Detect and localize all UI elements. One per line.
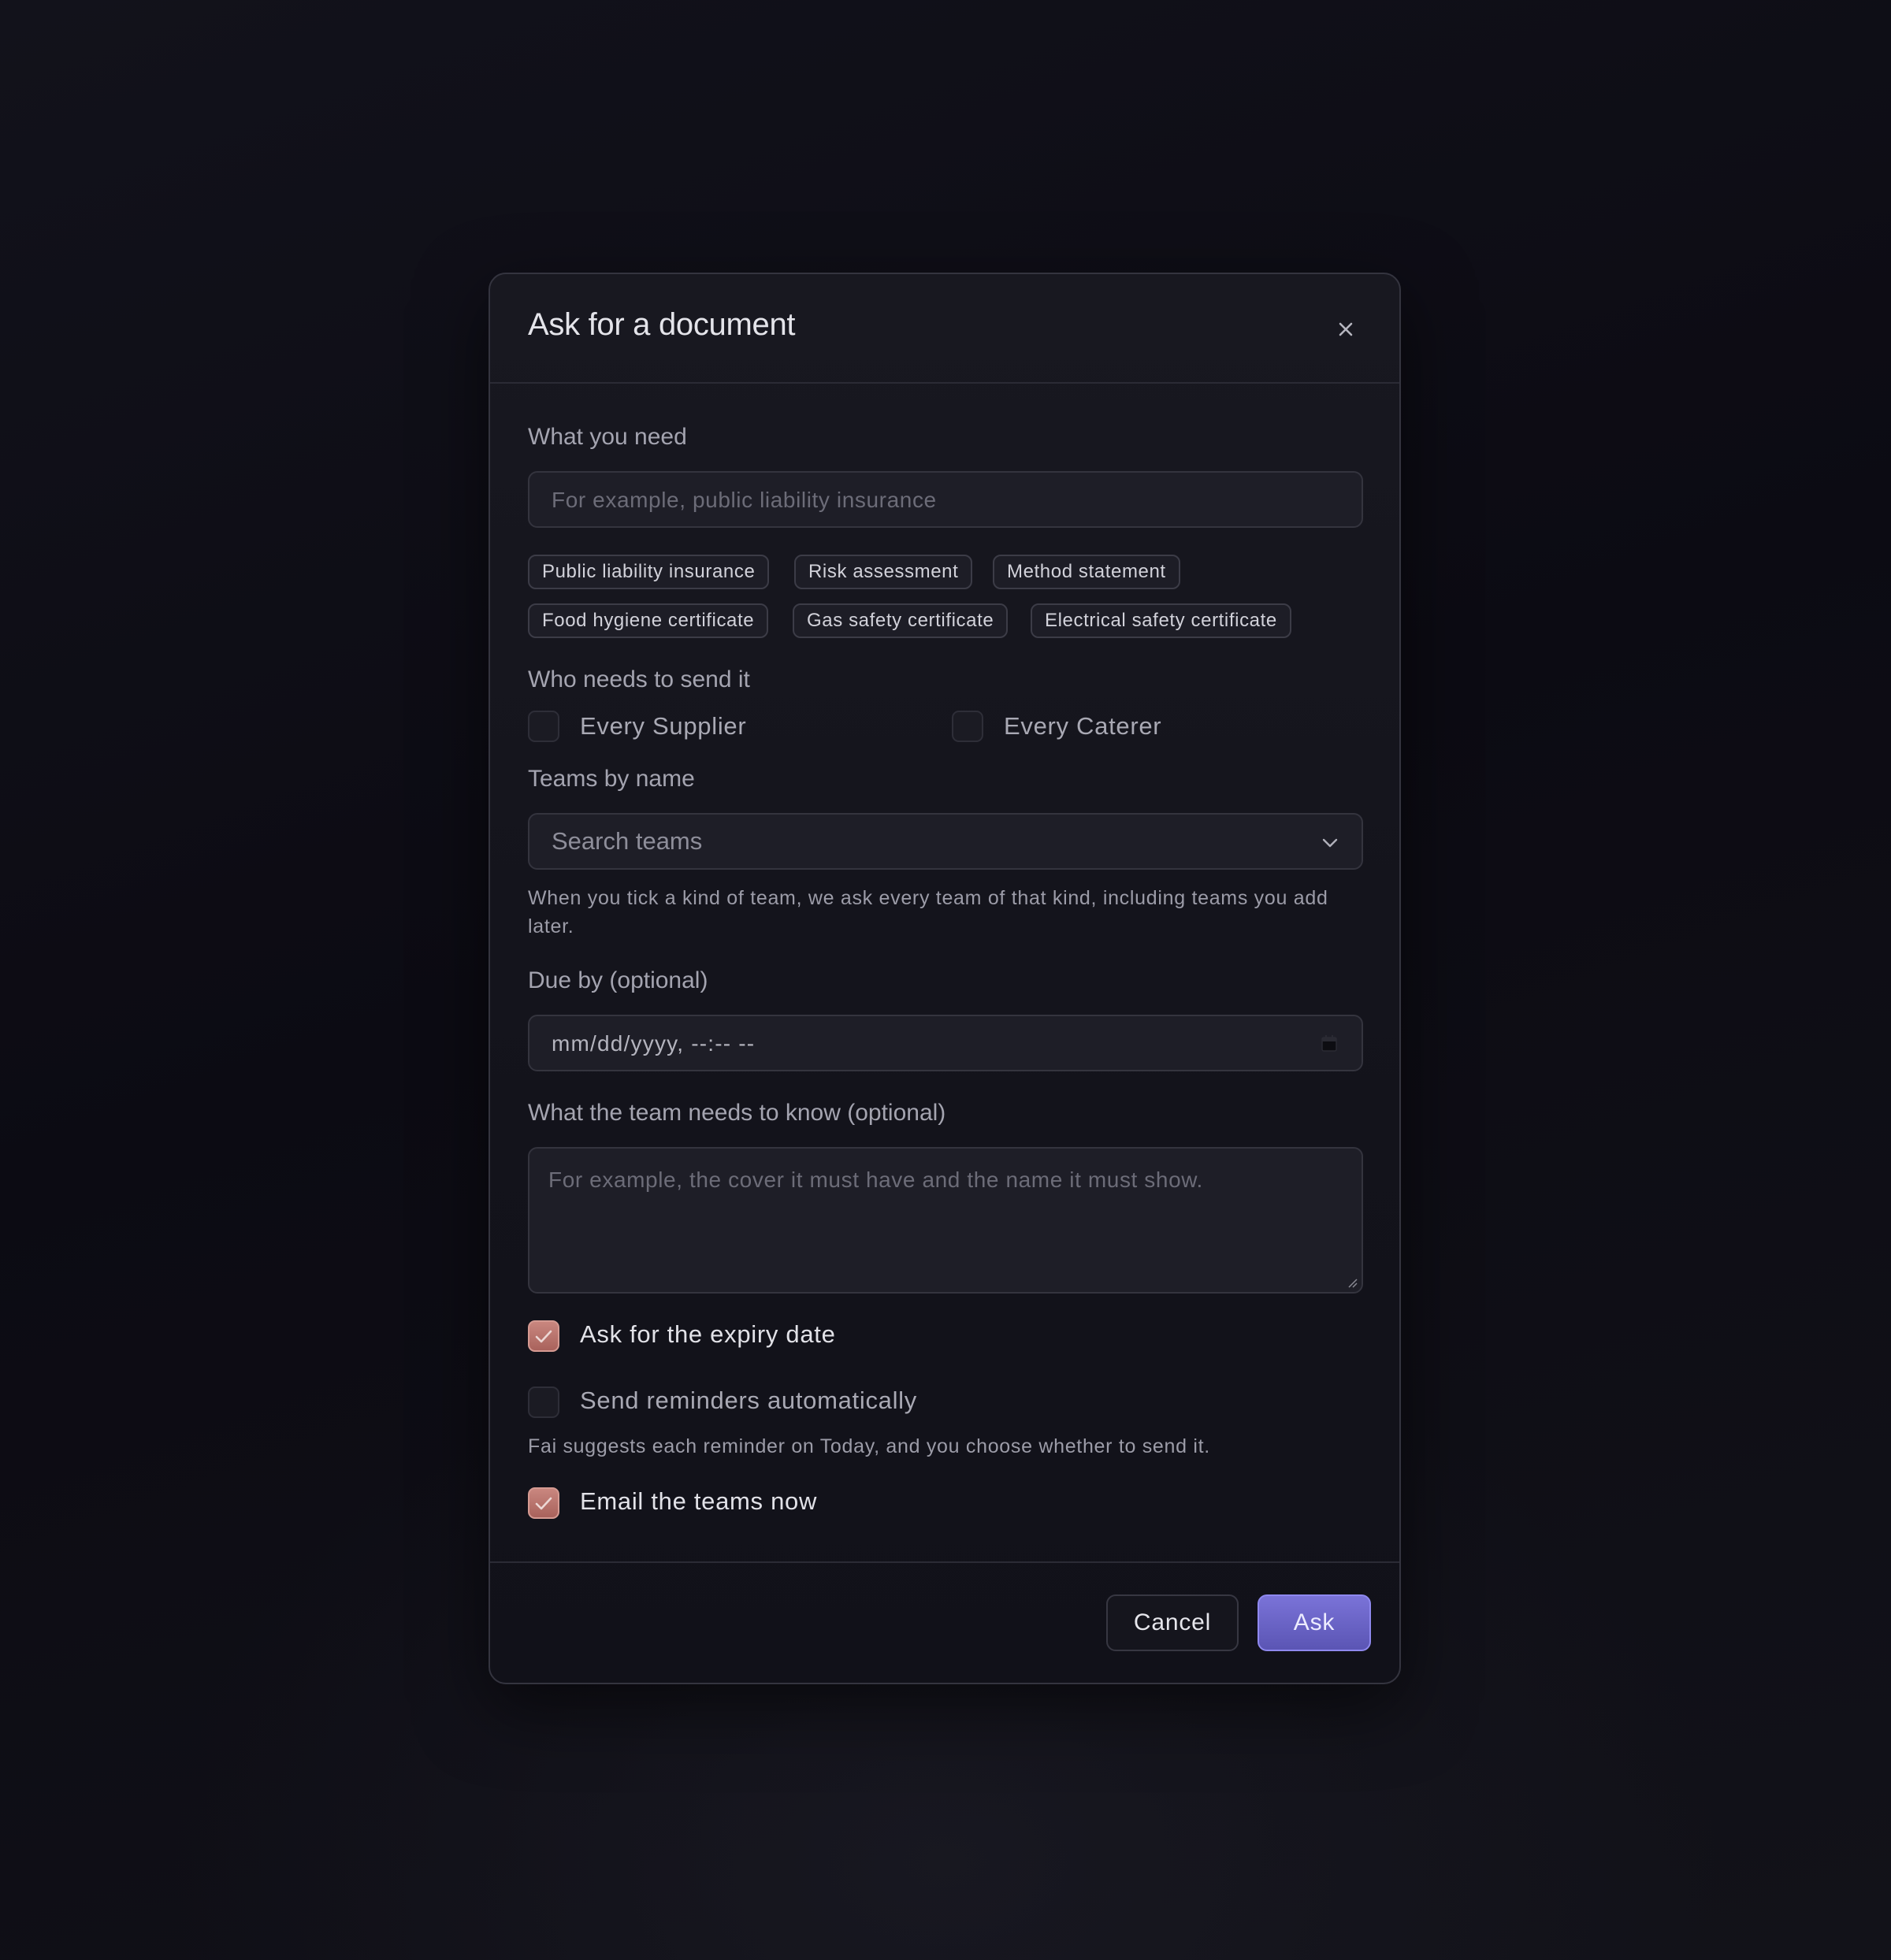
search-teams-placeholder: Search teams [552, 827, 703, 855]
ask-document-dialog: Ask for a document What you need For exa… [489, 273, 1401, 1684]
send-reminders-checkbox[interactable] [528, 1386, 559, 1418]
chevron-down-icon [1322, 838, 1338, 848]
due-by-label: Due by (optional) [528, 967, 708, 993]
suggestion-chip[interactable]: Gas safety certificate [793, 603, 1009, 638]
expiry-date-label: Ask for the expiry date [580, 1320, 836, 1348]
close-icon [1339, 322, 1353, 336]
dialog-footer: Cancel Ask [490, 1561, 1399, 1683]
expiry-date-checkbox[interactable] [528, 1320, 559, 1352]
checkmark-icon [535, 1497, 552, 1510]
dialog-header: Ask for a document [490, 274, 1399, 384]
team-notes-placeholder: For example, the cover it must have and … [548, 1167, 1203, 1192]
suggestion-chip[interactable]: Electrical safety certificate [1031, 603, 1291, 638]
suggestion-chip[interactable]: Risk assessment [794, 555, 973, 589]
due-by-value: mm/dd/yyyy, --:-- -- [552, 1031, 756, 1056]
team-notes-label: What the team needs to know (optional) [528, 1100, 946, 1126]
search-teams-select[interactable]: Search teams [528, 813, 1363, 870]
suggestion-chip[interactable]: Method statement [993, 555, 1180, 589]
teams-by-name-label: Teams by name [528, 766, 695, 792]
cancel-button[interactable]: Cancel [1106, 1594, 1239, 1651]
email-teams-checkbox[interactable] [528, 1487, 559, 1519]
checkmark-icon [535, 1330, 552, 1343]
dialog-title: Ask for a document [528, 307, 796, 342]
resize-grip-icon[interactable] [1346, 1276, 1358, 1289]
every-supplier-checkbox[interactable] [528, 711, 559, 742]
email-teams-label: Email the teams now [580, 1487, 818, 1515]
suggestion-chip[interactable]: Public liability insurance [528, 555, 770, 589]
ask-button[interactable]: Ask [1258, 1594, 1371, 1651]
document-name-input[interactable]: For example, public liability insurance [528, 471, 1363, 528]
reminders-hint: Fai suggests each reminder on Today, and… [528, 1435, 1210, 1457]
close-button[interactable] [1330, 314, 1362, 345]
every-caterer-label: Every Caterer [1004, 712, 1162, 740]
teams-hint: When you tick a kind of team, we ask eve… [528, 887, 1328, 937]
every-caterer-checkbox[interactable] [952, 711, 983, 742]
document-name-placeholder: For example, public liability insurance [552, 488, 937, 512]
due-by-datetime-input[interactable]: mm/dd/yyyy, --:-- -- [528, 1015, 1363, 1071]
team-notes-textarea[interactable]: For example, the cover it must have and … [528, 1147, 1363, 1294]
send-reminders-label: Send reminders automatically [580, 1386, 917, 1414]
calendar-icon[interactable] [1319, 1034, 1339, 1054]
suggestion-chip[interactable]: Food hygiene certificate [528, 603, 769, 638]
who-sends-label: Who needs to send it [528, 666, 750, 692]
every-supplier-label: Every Supplier [580, 712, 747, 740]
what-you-need-label: What you need [528, 424, 687, 450]
